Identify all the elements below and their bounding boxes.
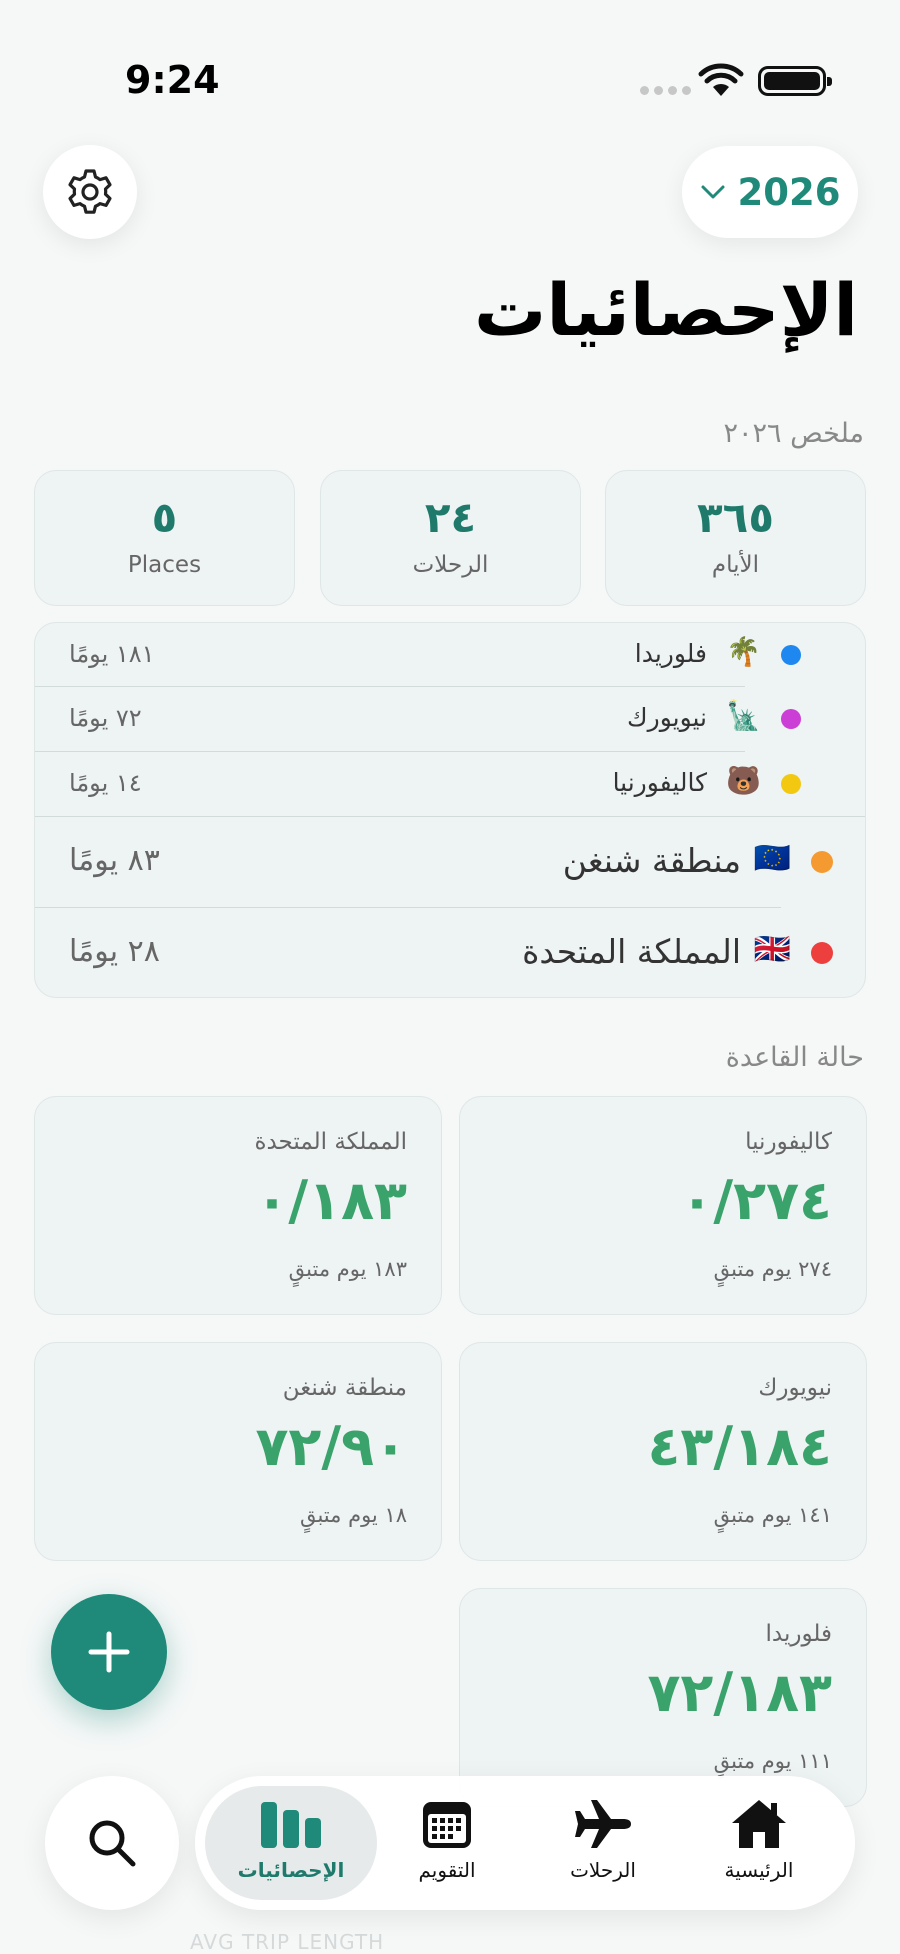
rules-label: حالة القاعدة bbox=[725, 1042, 864, 1073]
place-row-uk[interactable]: 🇬🇧 المملكة المتحدة ٢٨ يومًا bbox=[35, 908, 865, 997]
add-trip-button[interactable] bbox=[51, 1594, 167, 1710]
eu-flag-icon: 🇪🇺 bbox=[753, 841, 791, 876]
summary-label: ملخص ٢٠٢٦ bbox=[723, 418, 864, 449]
calendar-icon bbox=[423, 1802, 471, 1848]
tab-label: الرئيسية bbox=[724, 1858, 794, 1882]
rule-name: منطقة شنغن bbox=[282, 1375, 407, 1401]
stat-label: الرحلات bbox=[412, 552, 489, 578]
rule-card-florida[interactable]: فلوريدا ٧٢/١٨٣ ١١١ يوم متبقٍ bbox=[459, 1588, 867, 1807]
tab-bar: الرئيسية الرحلات التقويم الإحصائيات bbox=[195, 1776, 855, 1910]
color-dot bbox=[781, 645, 801, 665]
place-name: نيويورك bbox=[627, 703, 707, 732]
stat-label: الأيام bbox=[711, 552, 760, 578]
place-days: ٨٣ يومًا bbox=[69, 843, 160, 878]
place-row-schengen[interactable]: 🇪🇺 منطقة شنغن ٨٣ يومًا bbox=[35, 817, 865, 908]
palm-tree-icon: 🌴 bbox=[726, 635, 761, 668]
places-breakdown: 🌴 فلوريدا ١٨١ يومًا 🗽 نيويورك ٧٢ يومًا 🐻… bbox=[34, 622, 866, 998]
status-bar: 9:24 bbox=[0, 0, 900, 130]
cellular-signal-icon bbox=[640, 86, 691, 95]
place-days: ١٤ يومًا bbox=[69, 769, 142, 797]
place-row-florida[interactable]: 🌴 فلوريدا ١٨١ يومًا bbox=[35, 623, 865, 687]
rule-card-uk[interactable]: المملكة المتحدة ٠/١٨٣ ١٨٣ يوم متبقٍ bbox=[34, 1096, 442, 1315]
stat-card-trips: ٢٤ الرحلات bbox=[320, 470, 581, 606]
color-dot bbox=[781, 774, 801, 794]
tab-calendar[interactable]: التقويم bbox=[361, 1786, 533, 1900]
tab-trips[interactable]: الرحلات bbox=[517, 1786, 689, 1900]
status-time: 9:24 bbox=[125, 58, 220, 102]
chart-bars-icon bbox=[261, 1802, 321, 1848]
year-value: 2026 bbox=[737, 170, 841, 214]
tab-statistics[interactable]: الإحصائيات bbox=[205, 1786, 377, 1900]
place-days: ٧٢ يومًا bbox=[69, 704, 142, 732]
stat-card-places: ٥ Places bbox=[34, 470, 295, 606]
rule-value: ٠/١٨٣ bbox=[255, 1169, 407, 1232]
stat-card-days: ٣٦٥ الأيام bbox=[605, 470, 866, 606]
color-dot bbox=[811, 851, 833, 873]
stat-value: ٢٤ bbox=[424, 493, 477, 542]
year-selector[interactable]: 2026 bbox=[682, 146, 858, 238]
statue-of-liberty-icon: 🗽 bbox=[726, 699, 761, 732]
uk-flag-icon: 🇬🇧 bbox=[753, 932, 791, 967]
place-days: ٢٨ يومًا bbox=[69, 934, 160, 969]
tab-label: الإحصائيات bbox=[237, 1858, 345, 1882]
rule-name: المملكة المتحدة bbox=[254, 1129, 407, 1155]
rule-card-california[interactable]: كاليفورنيا ٠/٢٧٤ ٢٧٤ يوم متبقٍ bbox=[459, 1096, 867, 1315]
rule-remaining: ١١١ يوم متبقٍ bbox=[713, 1749, 832, 1773]
place-days: ١٨١ يومًا bbox=[69, 640, 155, 668]
rule-card-new-york[interactable]: نيويورك ٤٣/١٨٤ ١٤١ يوم متبقٍ bbox=[459, 1342, 867, 1561]
rule-value: ٧٢/٩٠ bbox=[255, 1415, 407, 1478]
settings-button[interactable] bbox=[43, 145, 137, 239]
search-button[interactable] bbox=[45, 1776, 179, 1910]
chevron-down-icon bbox=[701, 185, 724, 199]
rule-card-schengen[interactable]: منطقة شنغن ٧٢/٩٠ ١٨ يوم متبقٍ bbox=[34, 1342, 442, 1561]
rule-remaining: ١٨ يوم متبقٍ bbox=[299, 1503, 407, 1527]
place-row-new-york[interactable]: 🗽 نيويورك ٧٢ يومًا bbox=[35, 687, 865, 752]
house-icon bbox=[732, 1800, 786, 1848]
place-name: منطقة شنغن bbox=[562, 841, 741, 880]
search-icon bbox=[89, 1820, 136, 1867]
airplane-icon bbox=[575, 1800, 631, 1848]
place-name: فلوريدا bbox=[634, 639, 707, 668]
stat-value: ٥ bbox=[151, 493, 178, 542]
rule-value: ٠/٢٧٤ bbox=[680, 1169, 832, 1232]
place-name: المملكة المتحدة bbox=[522, 932, 741, 971]
color-dot bbox=[781, 709, 801, 729]
rule-remaining: ١٤١ يوم متبقٍ bbox=[713, 1503, 832, 1527]
page-title: الإحصائيات bbox=[474, 268, 858, 352]
tab-home[interactable]: الرئيسية bbox=[673, 1786, 845, 1900]
rule-name: كاليفورنيا bbox=[745, 1129, 832, 1155]
place-name: كاليفورنيا bbox=[612, 768, 707, 797]
rule-name: فلوريدا bbox=[765, 1621, 832, 1647]
wifi-icon bbox=[698, 63, 744, 96]
stat-value: ٣٦٥ bbox=[697, 493, 774, 542]
gear-icon bbox=[68, 169, 112, 214]
place-row-california[interactable]: 🐻 كاليفورنيا ١٤ يومًا bbox=[35, 752, 865, 817]
battery-icon bbox=[758, 66, 832, 96]
peek-section-label: AVG TRIP LENGTH bbox=[190, 1930, 385, 1954]
rule-remaining: ١٨٣ يوم متبقٍ bbox=[288, 1257, 407, 1281]
rule-name: نيويورك bbox=[758, 1375, 832, 1401]
color-dot bbox=[811, 942, 833, 964]
rule-remaining: ٢٧٤ يوم متبقٍ bbox=[713, 1257, 832, 1281]
stat-label: Places bbox=[127, 552, 202, 578]
tab-label: الرحلات bbox=[570, 1858, 636, 1882]
rule-value: ٤٣/١٨٤ bbox=[647, 1415, 832, 1478]
bear-icon: 🐻 bbox=[726, 764, 761, 797]
plus-icon bbox=[88, 1631, 130, 1673]
tab-label: التقويم bbox=[418, 1858, 476, 1882]
rule-value: ٧٢/١٨٣ bbox=[647, 1661, 832, 1724]
